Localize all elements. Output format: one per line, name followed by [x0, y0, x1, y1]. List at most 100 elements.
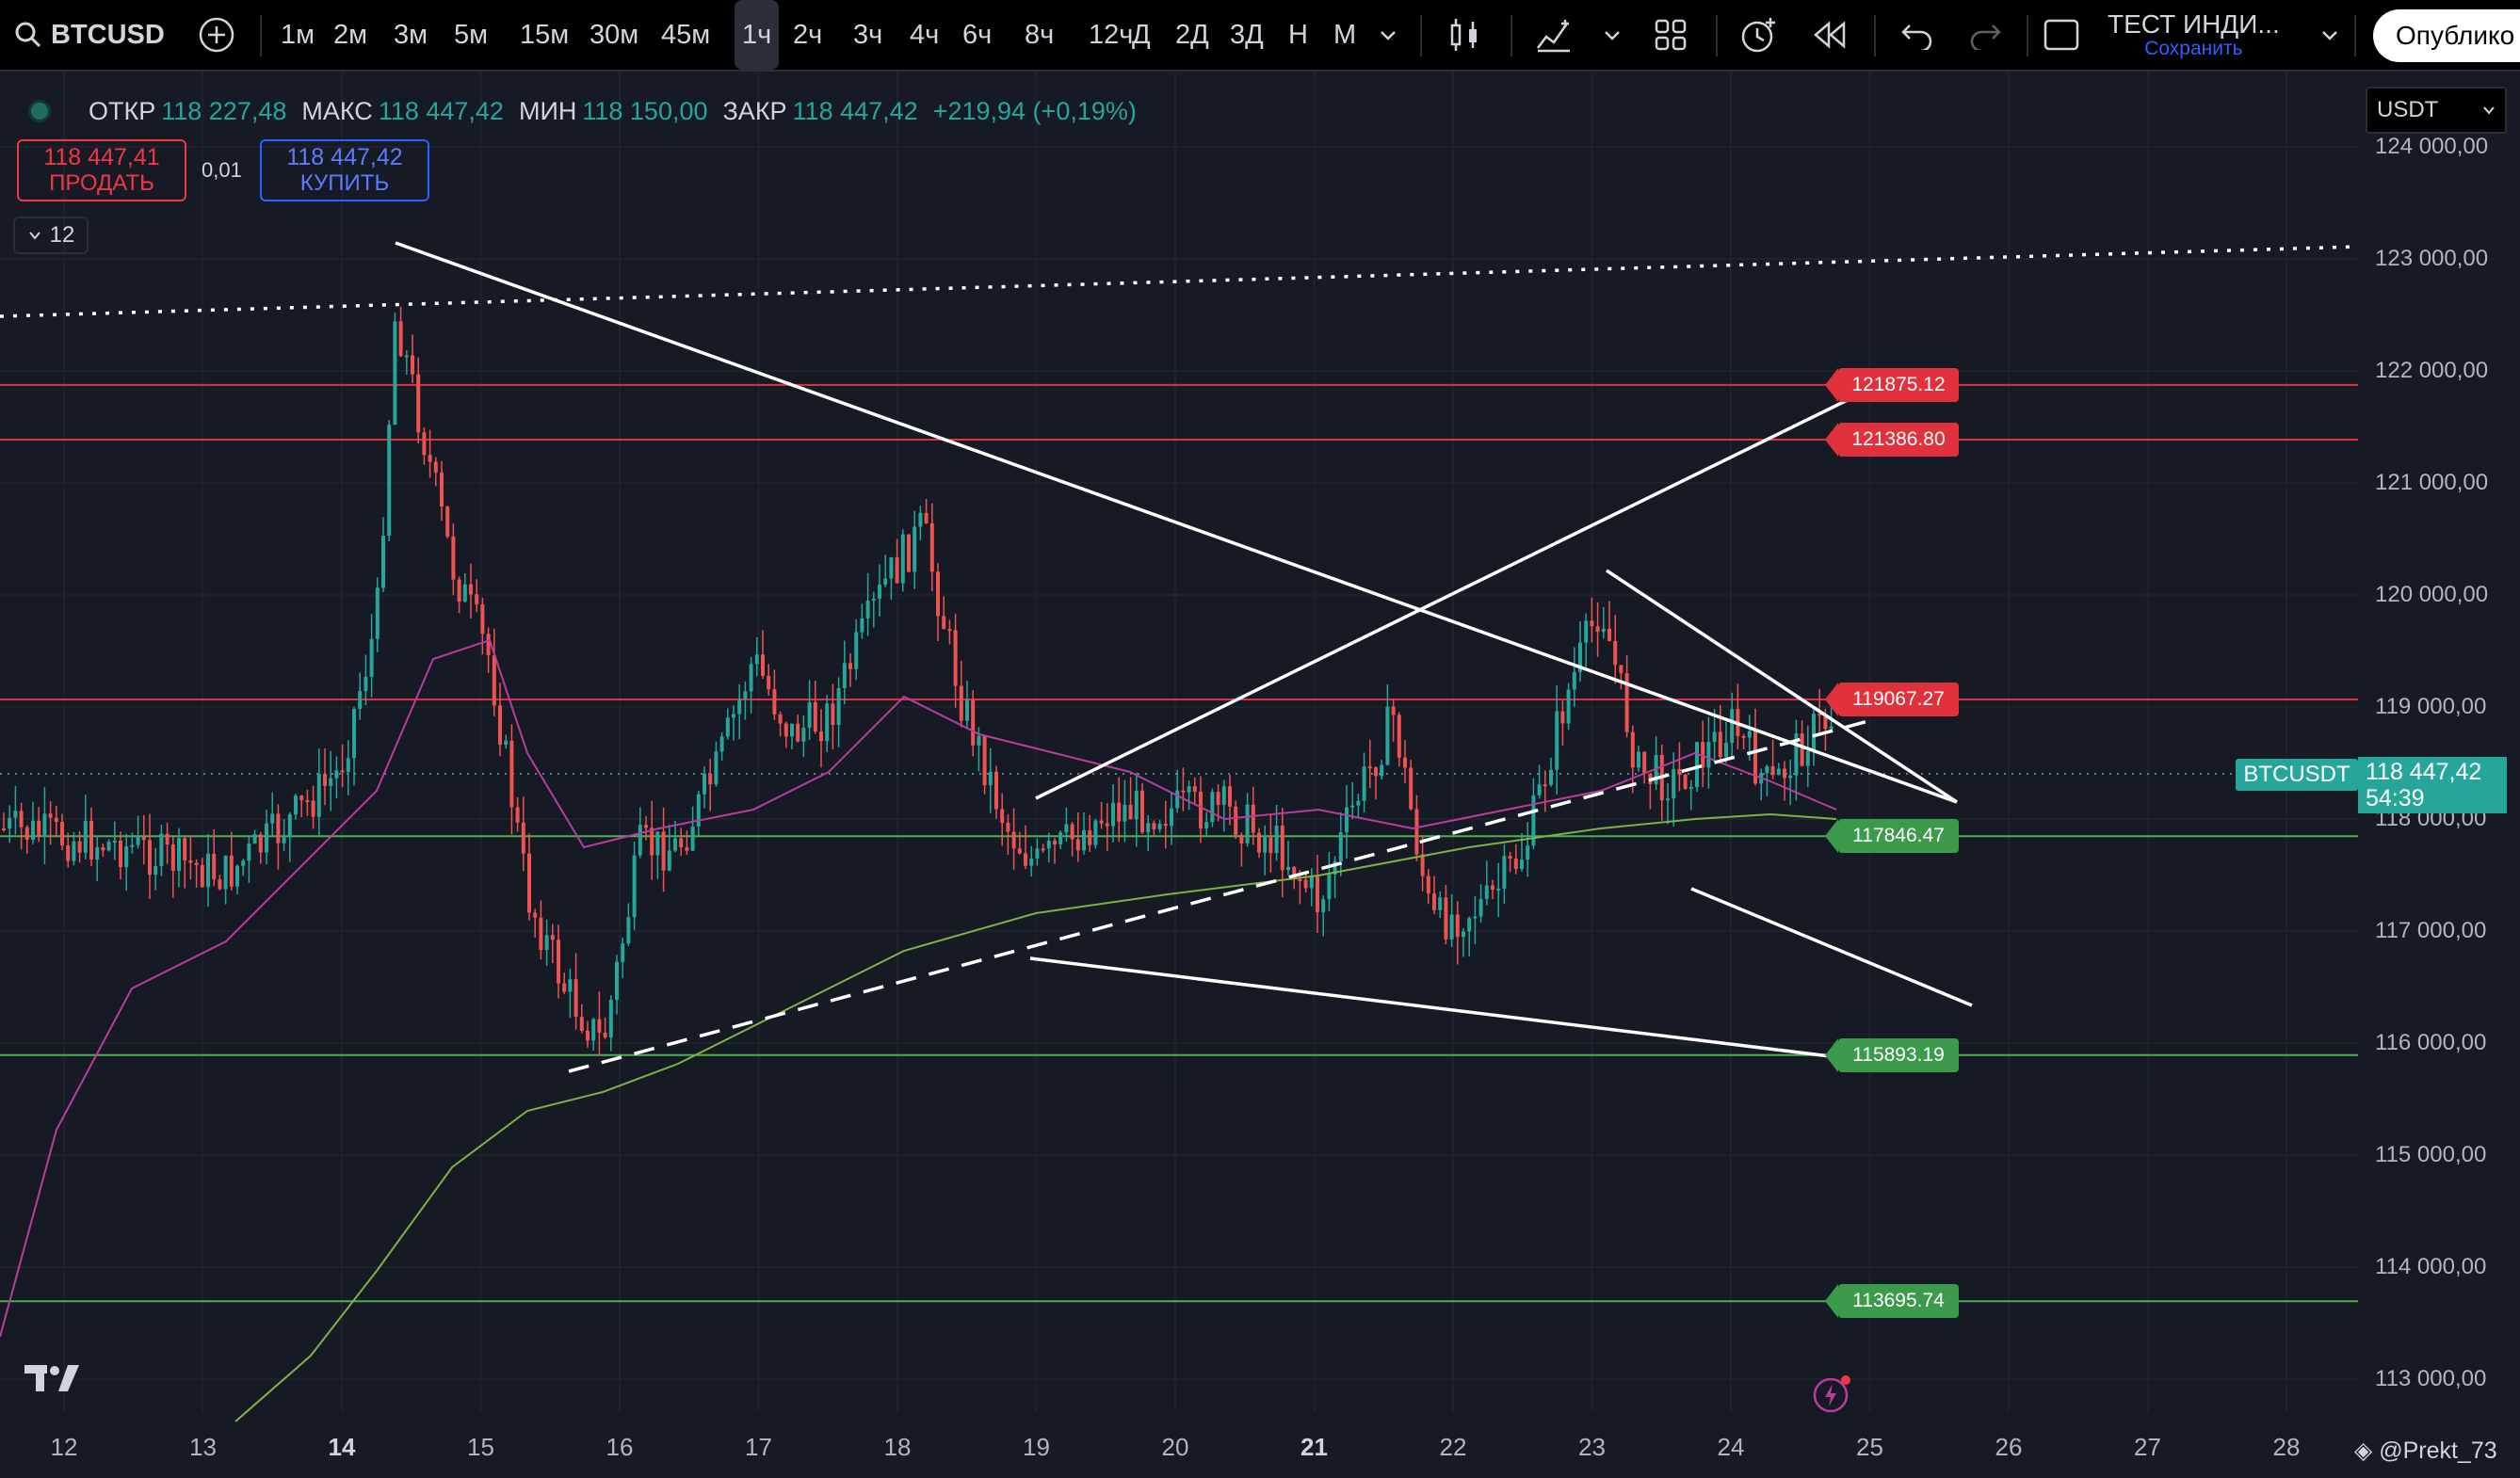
candle-body — [959, 685, 963, 721]
candle-body — [177, 838, 181, 872]
candle-body — [632, 855, 637, 918]
replay-icon[interactable] — [1812, 0, 1850, 70]
time-axis-label: 25 — [1856, 1433, 1883, 1461]
flash-alert-icon[interactable] — [1812, 1373, 1853, 1419]
candle-body — [1327, 874, 1332, 900]
candle-body — [579, 1017, 584, 1031]
candle-body — [1805, 751, 1810, 766]
candle-body — [1170, 808, 1173, 827]
indicators-collapse-button[interactable]: 12 — [13, 217, 89, 254]
publish-button[interactable]: Опублико — [2373, 9, 2520, 62]
candle-body — [445, 506, 450, 537]
timeframe-3[interactable]: 3м — [394, 0, 428, 70]
candle-body — [1380, 764, 1384, 777]
level-tag-support[interactable]: 113695.74 — [1825, 1284, 1959, 1319]
timeframe-11[interactable]: 4ч — [910, 0, 939, 70]
candle-body — [1502, 856, 1507, 889]
candle-body — [1426, 876, 1430, 894]
candle-body — [825, 703, 830, 742]
candle-body — [1403, 757, 1407, 768]
layout-grid-icon[interactable] — [1654, 0, 1688, 70]
descending-channel-lower — [1690, 887, 1973, 1007]
candle-body — [1730, 709, 1735, 744]
current-price: 118 447,42 — [2366, 759, 2482, 785]
layout-menu-chevron-icon[interactable] — [2318, 0, 2341, 70]
chart-area[interactable] — [0, 72, 2520, 1478]
candle-body — [889, 557, 894, 579]
level-tag-resistance[interactable]: 119067.27 — [1825, 682, 1959, 716]
change-value: +219,94 (+0,19%) — [932, 96, 1137, 125]
level-tag-resistance[interactable]: 121386.80 — [1825, 422, 1959, 457]
candle-body — [323, 774, 327, 786]
candle-body — [725, 717, 730, 737]
candle-body — [801, 728, 806, 742]
open-label: ОТКР — [89, 96, 156, 125]
candle-body — [1630, 731, 1635, 768]
currency-select[interactable]: USDT — [2366, 87, 2507, 134]
candle-body — [1000, 809, 1005, 823]
timeframe-12[interactable]: 6ч — [962, 0, 992, 70]
candle-body — [1374, 767, 1378, 777]
timeframe-6[interactable]: 30м — [590, 0, 638, 70]
candle-body — [783, 723, 788, 737]
compare-add-button[interactable] — [198, 0, 235, 70]
candle-body — [1741, 735, 1746, 738]
timeframe-13[interactable]: 8ч — [1025, 0, 1054, 70]
price-axis-label: 114 000,00 — [2375, 1254, 2487, 1279]
timeframe-4[interactable]: 5м — [454, 0, 488, 70]
time-axis-label: 22 — [1439, 1433, 1467, 1461]
candle-body — [1035, 848, 1040, 859]
candle-body — [1391, 706, 1396, 715]
timeframe-1[interactable]: 1м — [281, 0, 315, 70]
timeframe-18[interactable]: Н — [1288, 0, 1308, 70]
candle-body — [1204, 822, 1209, 829]
level-tag-support[interactable]: 117846.47 — [1825, 819, 1959, 854]
layout-name-button[interactable]: ТЕСТ ИНДИ... Сохранить — [2108, 0, 2280, 70]
timeframe-17[interactable]: 3Д — [1230, 0, 1264, 70]
timeframe-10[interactable]: 3ч — [853, 0, 882, 70]
level-tag-support[interactable]: 115893.19 — [1825, 1037, 1959, 1072]
sell-button[interactable]: 118 447,41 ПРОДАТЬ — [17, 139, 186, 201]
candle-body — [119, 841, 122, 868]
candle-body — [451, 536, 456, 580]
candle-body — [1362, 766, 1366, 801]
candle-body — [854, 632, 859, 669]
candles-type-icon[interactable] — [1446, 0, 1482, 70]
undo-icon[interactable] — [1900, 0, 1934, 70]
candle-body — [749, 664, 753, 692]
timeframe-16[interactable]: 2Д — [1175, 0, 1209, 70]
candle-body — [37, 820, 41, 837]
alert-clock-icon[interactable] — [1738, 0, 1780, 70]
timeframe-14[interactable]: 12ч — [1089, 0, 1133, 70]
candle-body — [1619, 665, 1623, 674]
candle-body — [1356, 800, 1361, 806]
price-chart[interactable] — [0, 72, 2520, 1478]
close-value: 118 447,42 — [792, 96, 918, 125]
fullscreen-box-icon[interactable] — [2043, 0, 2079, 70]
indicators-icon[interactable] — [1535, 0, 1573, 70]
timeframe-5[interactable]: 15м — [520, 0, 569, 70]
candle-body — [813, 702, 817, 732]
timeframe-15[interactable]: Д — [1132, 0, 1151, 70]
timeframe-2[interactable]: 2м — [333, 0, 367, 70]
tradingview-logo-icon[interactable] — [24, 1363, 81, 1398]
redo-icon[interactable] — [1968, 0, 2002, 70]
candle-body — [573, 979, 578, 1018]
candle-body — [1234, 806, 1238, 835]
symbol-search[interactable]: BTCUSD — [13, 0, 165, 70]
level-tag-resistance[interactable]: 121875.12 — [1825, 367, 1959, 402]
indicators-chevron-icon[interactable] — [1601, 0, 1623, 70]
timeframe-8[interactable]: 1ч — [735, 0, 780, 70]
candle-body — [287, 814, 292, 838]
more-timeframes-chevron-icon[interactable] — [1377, 0, 1399, 70]
spread-value: 0,01 — [202, 158, 242, 182]
timeframe-7[interactable]: 45м — [661, 0, 710, 70]
candle-body — [1011, 831, 1016, 849]
candle-body — [1298, 879, 1302, 882]
timeframe-19[interactable]: М — [1333, 0, 1356, 70]
candle-body — [159, 833, 164, 866]
candle-body — [1513, 859, 1518, 870]
buy-button[interactable]: 118 447,42 КУПИТЬ — [260, 139, 429, 201]
time-axis-label: 13 — [189, 1433, 217, 1461]
timeframe-9[interactable]: 2ч — [793, 0, 822, 70]
